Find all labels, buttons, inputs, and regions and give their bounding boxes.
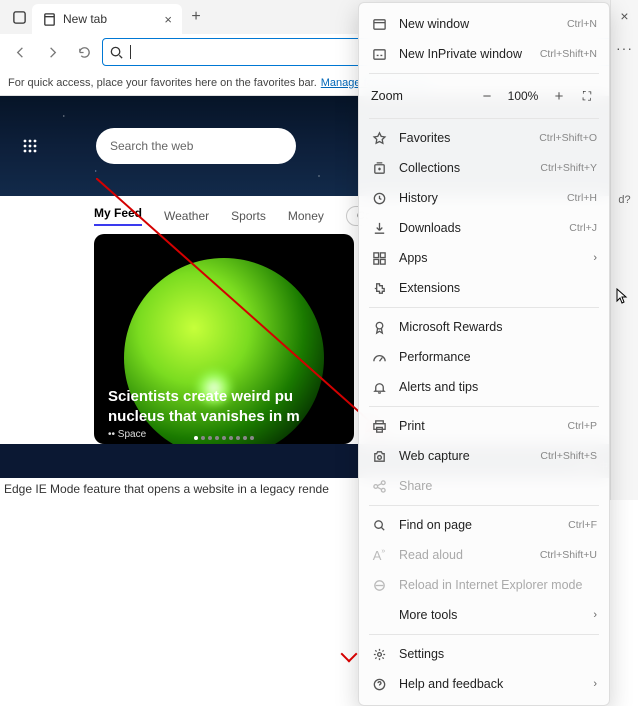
chevron-right-icon: › bbox=[593, 609, 597, 621]
zoom-value: 100% bbox=[505, 89, 541, 103]
refresh-button[interactable] bbox=[70, 38, 98, 66]
menu-extensions[interactable]: Extensions bbox=[359, 273, 609, 303]
page-icon bbox=[42, 12, 57, 27]
menu-new-window[interactable]: New window Ctrl+N bbox=[359, 9, 609, 39]
menu-help-feedback[interactable]: Help and feedback › bbox=[359, 669, 609, 699]
tab-close-icon[interactable]: × bbox=[164, 12, 172, 27]
menu-downloads[interactable]: Downloads Ctrl+J bbox=[359, 213, 609, 243]
help-icon bbox=[371, 677, 387, 692]
news-card-source: •• Space bbox=[108, 429, 146, 440]
carousel-dots[interactable] bbox=[194, 436, 254, 440]
print-icon bbox=[371, 419, 387, 434]
app-menu: New window Ctrl+N New InPrivate window C… bbox=[358, 2, 610, 706]
window-close-button[interactable]: × bbox=[611, 0, 638, 32]
mouse-cursor-icon bbox=[616, 288, 628, 307]
menu-reload-ie-mode: Reload in Internet Explorer mode bbox=[359, 570, 609, 600]
find-icon bbox=[371, 518, 387, 533]
feed-tab-sports[interactable]: Sports bbox=[231, 209, 266, 223]
menu-apps[interactable]: Apps › bbox=[359, 243, 609, 273]
read-aloud-icon: A» bbox=[371, 548, 387, 563]
menu-separator bbox=[369, 505, 599, 506]
menu-read-aloud: A» Read aloud Ctrl+Shift+U bbox=[359, 540, 609, 570]
menu-more-tools[interactable]: More tools › bbox=[359, 600, 609, 630]
ntp-search-placeholder: Search the web bbox=[110, 139, 193, 153]
menu-separator bbox=[369, 307, 599, 308]
menu-separator bbox=[369, 118, 599, 119]
share-icon bbox=[371, 479, 387, 494]
feed-tab-money[interactable]: Money bbox=[288, 209, 324, 223]
favorites-hint-text: For quick access, place your favorites h… bbox=[8, 77, 317, 89]
browser-tab[interactable]: New tab × bbox=[32, 4, 182, 34]
waffle-icon bbox=[22, 138, 38, 154]
star-icon bbox=[371, 131, 387, 146]
menu-separator bbox=[369, 634, 599, 635]
tab-actions-icon[interactable] bbox=[6, 3, 32, 31]
collections-icon bbox=[371, 161, 387, 176]
menu-share: Share bbox=[359, 471, 609, 501]
download-icon bbox=[371, 221, 387, 236]
footer-text: Edge IE Mode feature that opens a websit… bbox=[4, 482, 329, 496]
bell-icon bbox=[371, 380, 387, 395]
more-menu-button[interactable]: ··· bbox=[611, 32, 638, 64]
gear-icon bbox=[371, 647, 387, 662]
menu-settings[interactable]: Settings bbox=[359, 639, 609, 669]
menu-new-inprivate[interactable]: New InPrivate window Ctrl+Shift+N bbox=[359, 39, 609, 69]
text-cursor bbox=[130, 45, 131, 59]
right-gutter: × ··· d? bbox=[610, 0, 638, 500]
menu-separator bbox=[369, 406, 599, 407]
menu-print[interactable]: Print Ctrl+P bbox=[359, 411, 609, 441]
zoom-in-button[interactable]: + bbox=[549, 88, 569, 105]
back-button[interactable] bbox=[6, 38, 34, 66]
chevron-right-icon: › bbox=[593, 252, 597, 264]
app-launcher-icon[interactable] bbox=[14, 130, 46, 162]
feed-tab-weather[interactable]: Weather bbox=[164, 209, 209, 223]
menu-webcapture[interactable]: Web capture Ctrl+Shift+S bbox=[359, 441, 609, 471]
history-icon bbox=[371, 191, 387, 206]
news-card-headline: Scientists create weird pu nucleus that … bbox=[108, 387, 340, 426]
zoom-out-button[interactable]: − bbox=[477, 88, 497, 105]
ie-icon bbox=[371, 578, 387, 593]
menu-history[interactable]: History Ctrl+H bbox=[359, 183, 609, 213]
menu-collections[interactable]: Collections Ctrl+Shift+Y bbox=[359, 153, 609, 183]
menu-zoom-row: Zoom − 100% + ⛶ bbox=[359, 78, 609, 114]
rewards-icon bbox=[371, 320, 387, 335]
menu-alerts[interactable]: Alerts and tips bbox=[359, 372, 609, 402]
ntp-search-input[interactable]: Search the web bbox=[96, 128, 296, 164]
window-icon bbox=[371, 17, 387, 32]
chevron-right-icon: › bbox=[593, 678, 597, 690]
sidebar-hint: d? bbox=[611, 184, 638, 216]
apps-icon bbox=[371, 251, 387, 266]
extensions-icon bbox=[371, 281, 387, 296]
zoom-label: Zoom bbox=[371, 89, 469, 103]
inprivate-icon bbox=[371, 47, 387, 62]
feed-tab-myfeed[interactable]: My Feed bbox=[94, 206, 142, 226]
fullscreen-button[interactable]: ⛶ bbox=[577, 89, 597, 104]
search-icon bbox=[109, 45, 124, 60]
menu-separator bbox=[369, 73, 599, 74]
forward-button[interactable] bbox=[38, 38, 66, 66]
capture-icon bbox=[371, 449, 387, 464]
tab-actions-svg bbox=[12, 10, 27, 25]
menu-find-on-page[interactable]: Find on page Ctrl+F bbox=[359, 510, 609, 540]
new-tab-button[interactable]: + bbox=[182, 8, 210, 26]
menu-favorites[interactable]: Favorites Ctrl+Shift+O bbox=[359, 123, 609, 153]
menu-rewards[interactable]: Microsoft Rewards bbox=[359, 312, 609, 342]
menu-performance[interactable]: Performance bbox=[359, 342, 609, 372]
performance-icon bbox=[371, 350, 387, 365]
tab-title: New tab bbox=[63, 12, 107, 26]
news-card[interactable]: Scientists create weird pu nucleus that … bbox=[94, 234, 354, 444]
tab-strip: New tab × + bbox=[0, 0, 210, 34]
